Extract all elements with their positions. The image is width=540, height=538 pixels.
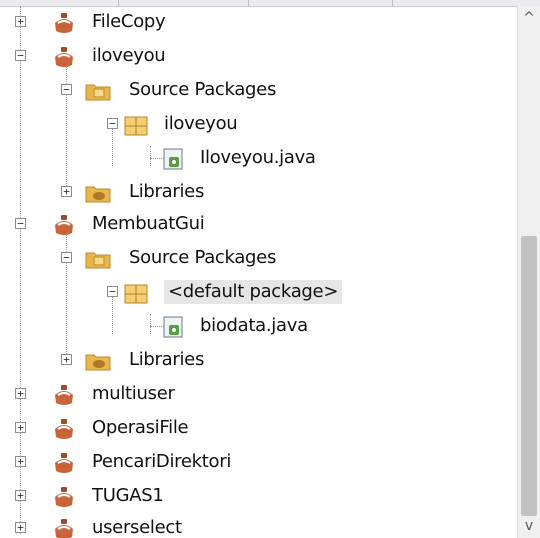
expand-toggle[interactable]: + — [61, 186, 72, 197]
tree-node-filecopy[interactable]: + FileCopy — [14, 6, 514, 38]
collapse-toggle[interactable]: − — [107, 118, 118, 129]
tree-node-biodata-java[interactable]: biodata.java — [14, 310, 514, 342]
tree-node-iloveyou-project[interactable]: − iloveyou — [14, 40, 514, 72]
tree-node-label: iloveyou — [164, 113, 238, 134]
project-icon — [55, 453, 73, 473]
tree-node-label: userselect — [92, 517, 182, 538]
tree-node-package-iloveyou[interactable]: − iloveyou — [14, 108, 514, 140]
libraries-icon — [85, 354, 111, 371]
vertical-scrollbar[interactable]: ^ v — [517, 6, 540, 538]
expand-toggle[interactable]: + — [15, 16, 26, 27]
tree-node-iloveyou-java[interactable]: Iloveyou.java — [14, 142, 514, 174]
project-icon — [55, 487, 73, 507]
tree-node-operasifile[interactable]: + OperasiFile — [14, 412, 514, 444]
collapse-toggle[interactable]: − — [15, 218, 26, 229]
chevron-down-icon: v — [524, 518, 534, 534]
collapse-toggle[interactable]: − — [15, 50, 26, 61]
scroll-thumb[interactable] — [521, 236, 537, 516]
tree-node-libraries[interactable]: + Libraries — [14, 176, 514, 208]
collapse-toggle[interactable]: − — [107, 286, 118, 297]
project-tree[interactable]: + FileCopy − iloveyou − Source Packages … — [14, 6, 514, 538]
tree-node-default-package[interactable]: − <default package> — [14, 276, 514, 308]
tree-node-label: MembuatGui — [92, 213, 205, 234]
tree-node-label: OperasiFile — [92, 417, 189, 438]
source-packages-icon — [85, 84, 111, 101]
tree-node-label: TUGAS1 — [92, 485, 164, 506]
expand-toggle[interactable]: + — [15, 490, 26, 501]
tree-node-label: <default package> — [164, 280, 343, 304]
tree-node-label: biodata.java — [200, 315, 308, 336]
project-icon — [55, 47, 73, 67]
libraries-icon — [85, 186, 111, 203]
tree-node-label: PencariDirektori — [92, 451, 232, 472]
tree-node-label: FileCopy — [92, 11, 166, 32]
source-packages-icon — [85, 252, 111, 269]
java-file-icon — [163, 148, 183, 170]
tree-node-label: Source Packages — [129, 79, 277, 100]
project-icon — [55, 385, 73, 405]
tree-node-userselect[interactable]: + userselect — [14, 512, 514, 538]
tree-node-source-packages[interactable]: − Source Packages — [14, 242, 514, 274]
tree-node-membuatgui[interactable]: − MembuatGui — [14, 208, 514, 240]
tree-node-source-packages[interactable]: − Source Packages — [14, 74, 514, 106]
tree-node-multiuser[interactable]: + multiuser — [14, 378, 514, 410]
collapse-toggle[interactable]: − — [61, 84, 72, 95]
scroll-up-button[interactable]: ^ — [518, 6, 540, 30]
project-icon — [55, 419, 73, 439]
collapse-toggle[interactable]: − — [61, 252, 72, 263]
tree-node-label: Libraries — [129, 349, 205, 370]
tree-node-label: Libraries — [129, 181, 205, 202]
project-icon — [55, 13, 73, 33]
project-icon — [55, 519, 73, 538]
expand-toggle[interactable]: + — [61, 354, 72, 365]
package-icon — [124, 116, 148, 136]
expand-toggle[interactable]: + — [15, 522, 26, 533]
expand-toggle[interactable]: + — [15, 388, 26, 399]
project-icon — [55, 215, 73, 235]
tree-node-tugas1[interactable]: + TUGAS1 — [14, 480, 514, 512]
java-file-icon — [163, 316, 183, 338]
tree-node-label: Source Packages — [129, 247, 277, 268]
expand-toggle[interactable]: + — [15, 422, 26, 433]
tree-node-label: Iloveyou.java — [200, 147, 316, 168]
tree-node-label: iloveyou — [92, 45, 166, 66]
tree-node-pencaridirektori[interactable]: + PencariDirektori — [14, 446, 514, 478]
package-icon — [124, 284, 148, 304]
scroll-down-button[interactable]: v — [518, 514, 540, 538]
tree-node-label: multiuser — [92, 383, 175, 404]
tree-node-libraries[interactable]: + Libraries — [14, 344, 514, 376]
chevron-up-icon: ^ — [523, 10, 535, 26]
expand-toggle[interactable]: + — [15, 456, 26, 467]
